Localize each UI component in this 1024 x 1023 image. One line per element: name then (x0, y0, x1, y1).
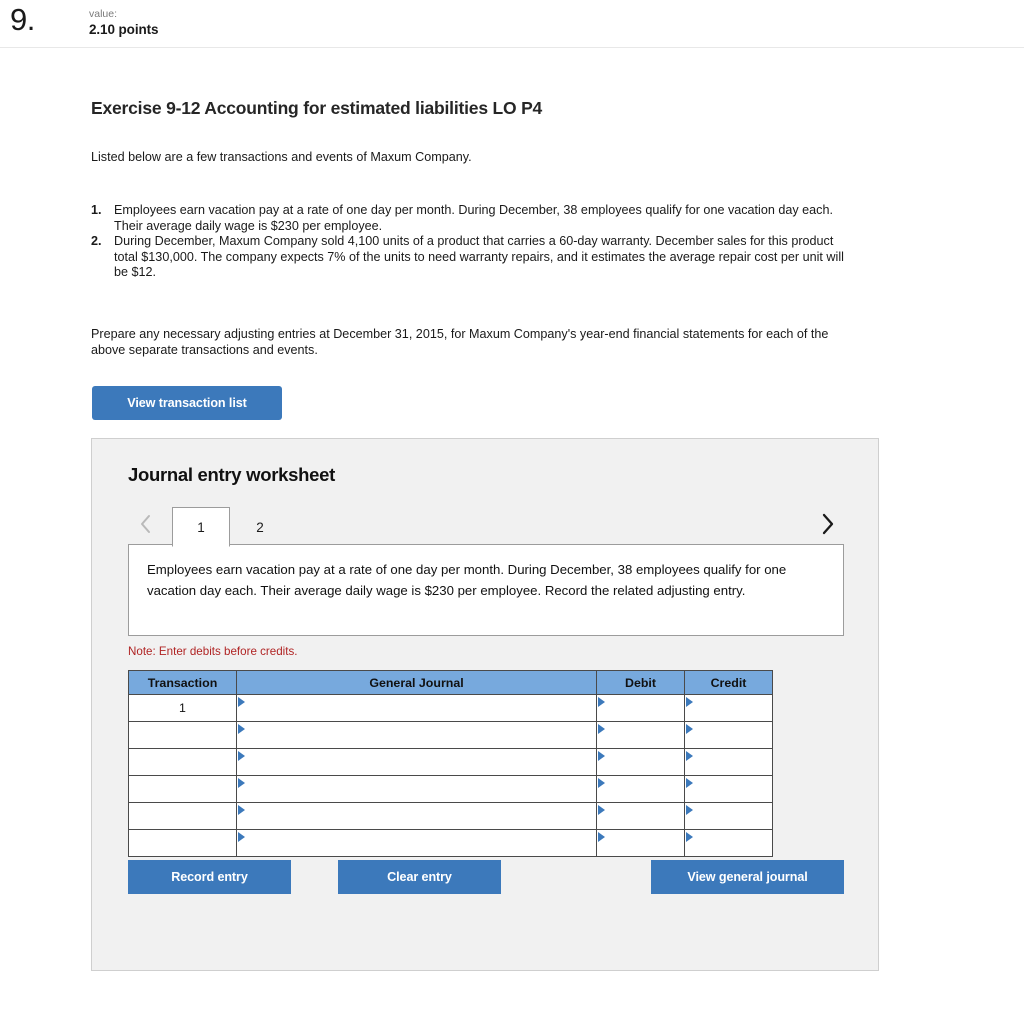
column-header-transaction: Transaction (128, 670, 237, 695)
journal-entry-worksheet-panel: Journal entry worksheet 1 2 Employees ea… (91, 438, 879, 971)
cell-credit[interactable] (684, 829, 773, 857)
cell-credit[interactable] (684, 775, 773, 803)
table-row: 1 (128, 694, 773, 722)
view-general-journal-button[interactable]: View general journal (651, 860, 844, 894)
tab-2[interactable]: 2 (238, 507, 282, 547)
cell-general-journal[interactable] (236, 775, 597, 803)
cell-general-journal[interactable] (236, 829, 597, 857)
points-value: 2.10 points (89, 22, 159, 37)
table-row (128, 829, 773, 857)
cell-transaction[interactable] (128, 775, 237, 803)
tab-label: 1 (197, 519, 205, 535)
question-number: 9. (10, 2, 35, 37)
cell-general-journal[interactable] (236, 694, 597, 722)
column-header-debit: Debit (596, 670, 685, 695)
list-item-number: 1. (91, 203, 102, 217)
table-header-row: Transaction General Journal Debit Credit (128, 670, 773, 695)
question-header: 9. value: 2.10 points (0, 0, 1024, 48)
cell-general-journal[interactable] (236, 721, 597, 749)
chevron-left-glyph (140, 515, 150, 533)
instructions-text: Prepare any necessary adjusting entries … (91, 327, 829, 357)
tab-1[interactable]: 1 (172, 507, 230, 547)
list-item-text: Employees earn vacation pay at a rate of… (114, 203, 833, 233)
cell-general-journal[interactable] (236, 748, 597, 776)
cell-debit[interactable] (596, 775, 685, 803)
worksheet-title: Journal entry worksheet (128, 464, 335, 485)
cell-credit[interactable] (684, 748, 773, 776)
list-item: 1. Employees earn vacation pay at a rate… (91, 203, 851, 234)
transaction-prompt-text: Employees earn vacation pay at a rate of… (147, 562, 787, 598)
cell-general-journal[interactable] (236, 802, 597, 830)
view-transaction-list-button[interactable]: View transaction list (92, 386, 282, 420)
table-row (128, 748, 773, 776)
cell-transaction[interactable] (128, 802, 237, 830)
cell-transaction[interactable] (128, 829, 237, 857)
cell-credit[interactable] (684, 721, 773, 749)
cell-debit[interactable] (596, 802, 685, 830)
cell-debit[interactable] (596, 694, 685, 722)
debits-before-credits-note: Note: Enter debits before credits. (128, 645, 298, 658)
table-row (128, 721, 773, 749)
cell-credit[interactable] (684, 694, 773, 722)
cell-credit[interactable] (684, 802, 773, 830)
record-entry-button[interactable]: Record entry (128, 860, 291, 894)
cell-transaction[interactable]: 1 (128, 694, 237, 722)
list-item-number: 2. (91, 234, 102, 249)
cell-debit[interactable] (596, 748, 685, 776)
column-header-credit: Credit (684, 670, 773, 695)
cell-transaction[interactable] (128, 721, 237, 749)
chevron-right-icon[interactable] (810, 502, 844, 546)
events-list: 1. Employees earn vacation pay at a rate… (91, 203, 851, 281)
list-item-text: During December, Maxum Company sold 4,10… (114, 234, 844, 280)
chevron-left-icon[interactable] (128, 502, 162, 546)
clear-entry-button[interactable]: Clear entry (338, 860, 501, 894)
value-block: value: 2.10 points (89, 8, 159, 38)
cell-debit[interactable] (596, 721, 685, 749)
column-header-general-journal: General Journal (236, 670, 597, 695)
cell-debit[interactable] (596, 829, 685, 857)
transaction-prompt-box: Employees earn vacation pay at a rate of… (128, 544, 844, 636)
list-item: 2. During December, Maxum Company sold 4… (91, 234, 851, 281)
tab-label: 2 (256, 520, 264, 535)
intro-text: Listed below are a few transactions and … (91, 150, 472, 164)
value-label: value: (89, 8, 118, 20)
table-row (128, 802, 773, 830)
page-title: Exercise 9-12 Accounting for estimated l… (91, 98, 543, 118)
journal-entry-table: Transaction General Journal Debit Credit… (128, 670, 773, 857)
cell-transaction[interactable] (128, 748, 237, 776)
worksheet-tab-strip: 1 2 (128, 502, 844, 547)
table-row (128, 775, 773, 803)
chevron-right-glyph (822, 513, 834, 535)
